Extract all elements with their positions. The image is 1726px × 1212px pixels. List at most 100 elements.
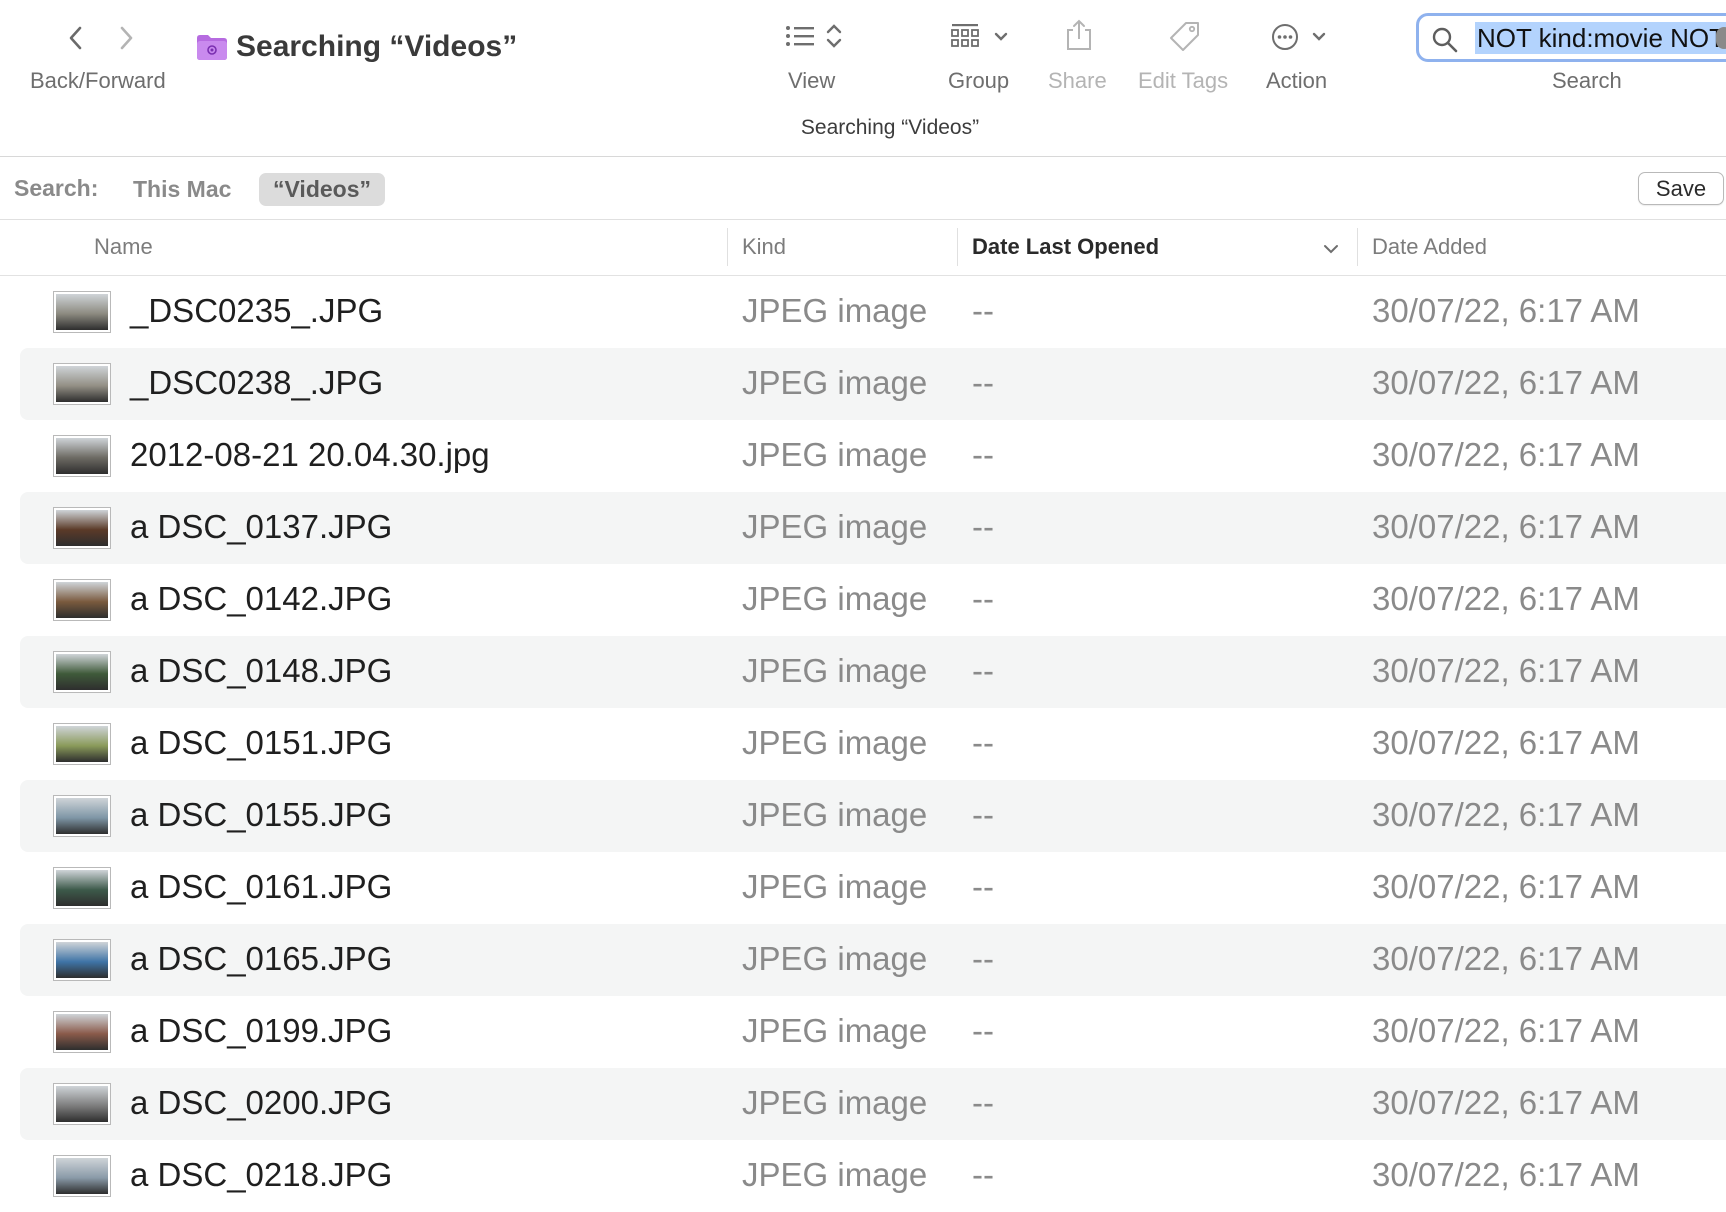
window-title: Searching “Videos” — [236, 30, 518, 63]
file-kind: JPEG image — [742, 868, 928, 905]
column-header-date-added[interactable]: Date Added — [1372, 234, 1487, 260]
file-thumbnail-icon — [54, 724, 110, 764]
file-thumbnail-icon — [54, 796, 110, 836]
file-kind: JPEG image — [742, 580, 928, 617]
save-search-button[interactable]: Save — [1638, 172, 1724, 205]
file-date-last-opened: -- — [972, 1156, 994, 1193]
file-row[interactable]: a DSC_0151.JPG JPEG image -- 30/07/22, 6:17… — [20, 708, 1726, 780]
column-header-row: Name Kind Date Last Opened Date Added — [0, 220, 1726, 276]
column-header-name[interactable]: Name — [94, 234, 153, 260]
file-date-last-opened: -- — [972, 724, 994, 761]
file-date-last-opened: -- — [972, 1012, 994, 1049]
file-row[interactable]: a DSC_0165.JPG JPEG image -- 30/07/22, 6:17… — [20, 924, 1726, 996]
column-divider[interactable] — [727, 228, 728, 266]
file-thumbnail-icon — [54, 508, 110, 548]
file-date-last-opened: -- — [972, 580, 994, 617]
edit-tags-button[interactable] — [1168, 20, 1202, 57]
file-date-last-opened: -- — [972, 364, 994, 401]
file-date-last-opened: -- — [972, 868, 994, 905]
file-row[interactable]: a DSC_0199.JPG JPEG image -- 30/07/22, 6:17… — [20, 996, 1726, 1068]
scope-this-mac-button[interactable]: This Mac — [119, 173, 245, 206]
sort-descending-chevron-icon[interactable] — [1322, 242, 1340, 256]
file-name: a DSC_0199.JPG — [130, 1012, 393, 1049]
file-date-added: 30/07/22, 6:17 AM — [1372, 1084, 1640, 1121]
file-row[interactable]: a DSC_0142.JPG JPEG image -- 30/07/22, 6:17… — [20, 564, 1726, 636]
column-header-date-last-opened[interactable]: Date Last Opened — [972, 234, 1159, 260]
scope-label: Search: — [14, 175, 99, 201]
column-divider[interactable] — [1357, 228, 1358, 266]
file-name: a DSC_0165.JPG — [130, 940, 393, 977]
file-name: 2012-08-21 20.04.30.jpg — [130, 436, 490, 473]
file-thumbnail-icon — [54, 580, 110, 620]
file-row[interactable]: _DSC0235_.JPG JPEG image -- 30/07/22, 6:17 … — [20, 276, 1726, 348]
file-date-added: 30/07/22, 6:17 AM — [1372, 364, 1640, 401]
file-kind: JPEG image — [742, 1012, 928, 1049]
file-name: a DSC_0142.JPG — [130, 580, 393, 617]
window-subtitle: Searching “Videos” — [800, 116, 980, 139]
file-kind: JPEG image — [742, 364, 928, 401]
column-header-kind[interactable]: Kind — [742, 234, 786, 260]
file-row[interactable]: a DSC_0155.JPG JPEG image -- 30/07/22, 6:17… — [20, 780, 1726, 852]
file-name: a DSC_0151.JPG — [130, 724, 393, 761]
forward-button[interactable] — [106, 18, 146, 58]
file-date-added: 30/07/22, 6:17 AM — [1372, 436, 1640, 473]
search-label: Search — [1552, 68, 1622, 93]
share-button[interactable] — [1064, 18, 1094, 57]
search-icon — [1432, 27, 1458, 53]
file-date-added: 30/07/22, 6:17 AM — [1372, 292, 1640, 329]
file-date-last-opened: -- — [972, 1084, 994, 1121]
file-name: _DSC0238_.JPG — [130, 364, 384, 401]
chevron-right-icon — [120, 26, 133, 50]
file-kind: JPEG image — [742, 940, 928, 977]
file-date-added: 30/07/22, 6:17 AM — [1372, 508, 1640, 545]
file-thumbnail-icon — [54, 1156, 110, 1196]
file-kind: JPEG image — [742, 652, 928, 689]
file-kind: JPEG image — [742, 436, 928, 473]
file-date-last-opened: -- — [972, 796, 994, 833]
group-button[interactable] — [950, 22, 1014, 57]
search-field[interactable] — [1416, 13, 1726, 62]
file-kind: JPEG image — [742, 724, 928, 761]
file-row[interactable]: a DSC_0137.JPG JPEG image -- 30/07/22, 6:17… — [20, 492, 1726, 564]
file-thumbnail-icon — [54, 1012, 110, 1052]
scope-videos-button[interactable]: “Videos” — [259, 173, 385, 206]
file-row[interactable]: a DSC_0200.JPG JPEG image -- 30/07/22, 6:17… — [20, 1068, 1726, 1140]
action-label: Action — [1266, 68, 1328, 93]
file-date-added: 30/07/22, 6:17 AM — [1372, 940, 1640, 977]
file-kind: JPEG image — [742, 508, 928, 545]
file-row[interactable]: 2012-08-21 20.04.30.jpg JPEG image -- 30/07… — [20, 420, 1726, 492]
search-input[interactable] — [1475, 22, 1726, 54]
file-date-last-opened: -- — [972, 292, 994, 329]
file-row[interactable]: a DSC_0161.JPG JPEG image -- 30/07/22, 6:17… — [20, 852, 1726, 924]
file-name: _DSC0235_.JPG — [130, 292, 384, 329]
file-row[interactable]: a DSC_0148.JPG JPEG image -- 30/07/22, 6:17… — [20, 636, 1726, 708]
clear-search-icon[interactable] — [1716, 27, 1726, 49]
file-kind: JPEG image — [742, 796, 928, 833]
file-name: a DSC_0200.JPG — [130, 1084, 393, 1121]
file-date-added: 30/07/22, 6:17 AM — [1372, 724, 1640, 761]
file-name: a DSC_0148.JPG — [130, 652, 393, 689]
view-button[interactable] — [784, 22, 848, 57]
action-button[interactable] — [1270, 22, 1334, 57]
chevron-left-icon — [69, 26, 82, 50]
back-button[interactable] — [56, 18, 96, 58]
ellipsis-circle-icon — [1272, 24, 1326, 50]
file-date-last-opened: -- — [972, 652, 994, 689]
file-row[interactable]: a DSC_0218.JPG JPEG image -- 30/07/22, 6:17… — [20, 1140, 1726, 1212]
list-view-icon — [786, 24, 842, 48]
column-divider[interactable] — [957, 228, 958, 266]
file-row[interactable]: _DSC0238_.JPG JPEG image -- 30/07/22, 6:17 … — [20, 348, 1726, 420]
toolbar: Back/Forward Searching “Videos” View Gro… — [0, 0, 1726, 157]
tag-icon — [1170, 22, 1199, 51]
file-name: a DSC_0218.JPG — [130, 1156, 393, 1193]
file-name: a DSC_0161.JPG — [130, 868, 393, 905]
file-name: a DSC_0155.JPG — [130, 796, 393, 833]
file-thumbnail-icon — [54, 940, 110, 980]
smart-folder-icon — [197, 35, 227, 60]
file-date-last-opened: -- — [972, 508, 994, 545]
group-label: Group — [948, 68, 1010, 93]
file-date-last-opened: -- — [972, 436, 994, 473]
file-kind: JPEG image — [742, 292, 928, 329]
file-kind: JPEG image — [742, 1084, 928, 1121]
file-thumbnail-icon — [54, 1084, 110, 1124]
